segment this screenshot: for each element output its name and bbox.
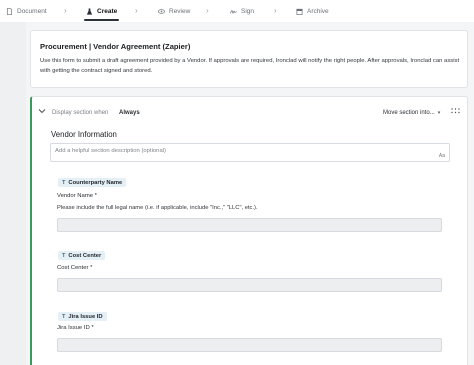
move-section-dropdown[interactable]: Move section into... ▾ (383, 110, 440, 116)
chevron-right-icon: › (206, 6, 209, 15)
step-document[interactable]: Document (6, 5, 47, 17)
chevron-right-icon: › (274, 6, 277, 15)
step-archive[interactable]: Archive (296, 5, 329, 17)
cost-center-input[interactable] (57, 278, 442, 292)
chevron-right-icon: › (64, 6, 67, 15)
step-navigation: Document › Create › Review › Sign › Arch… (0, 0, 474, 22)
section-card-vendor-information: Display section when Always Move section… (30, 96, 468, 365)
form-intro-card: Procurement | Vendor Agreement (Zapier) … (30, 30, 468, 88)
form-title[interactable]: Procurement | Vendor Agreement (Zapier) (40, 42, 190, 51)
drag-handle-icon[interactable] (451, 108, 460, 114)
form-description[interactable]: Use this form to submit a draft agreemen… (40, 57, 462, 76)
field-label: Cost Center * (57, 265, 93, 271)
vendor-name-input[interactable] (57, 218, 442, 232)
text-format-icon[interactable]: Aa (439, 153, 445, 159)
field-label: Jira Issue ID * (57, 325, 94, 331)
badge-label: Jira Issue ID (68, 313, 103, 320)
step-sign[interactable]: Sign (230, 5, 254, 17)
display-condition-label: Display section when (52, 110, 109, 116)
flask-icon (86, 7, 93, 15)
document-icon (6, 7, 13, 15)
display-condition-select[interactable]: Always (119, 110, 140, 116)
text-type-icon: T (62, 179, 66, 186)
field-type-badge: T Cost Center (58, 251, 106, 260)
eye-icon (158, 8, 165, 14)
field-type-badge: T Counterparty Name (58, 178, 127, 187)
step-label: Sign (241, 7, 255, 15)
step-review[interactable]: Review (158, 5, 190, 17)
move-section-label: Move section into... (383, 110, 435, 116)
left-gutter (0, 22, 26, 365)
signature-icon (230, 9, 237, 13)
step-create[interactable]: Create (83, 5, 120, 21)
step-label: Document (17, 7, 47, 15)
section-description-placeholder: Add a helpful section description (optio… (55, 148, 167, 154)
step-label: Create (97, 7, 118, 15)
text-type-icon: T (62, 252, 66, 259)
section-description-input[interactable]: Add a helpful section description (optio… (50, 143, 450, 162)
chevron-down-icon[interactable] (38, 107, 46, 115)
archive-icon (296, 8, 303, 15)
field-label: Vendor Name * (57, 193, 97, 199)
section-title[interactable]: Vendor Information (51, 130, 117, 139)
step-label: Archive (307, 7, 329, 15)
jira-issue-id-input[interactable] (57, 338, 442, 352)
badge-label: Cost Center (68, 252, 102, 259)
field-type-badge: T Jira Issue ID (58, 312, 107, 321)
step-label: Review (169, 7, 191, 15)
chevron-right-icon: › (135, 6, 138, 15)
caret-down-icon: ▾ (437, 110, 441, 116)
field-help-text: Please include the full legal name (i.e.… (57, 205, 258, 211)
badge-label: Counterparty Name (68, 179, 123, 186)
text-type-icon: T (62, 313, 66, 320)
